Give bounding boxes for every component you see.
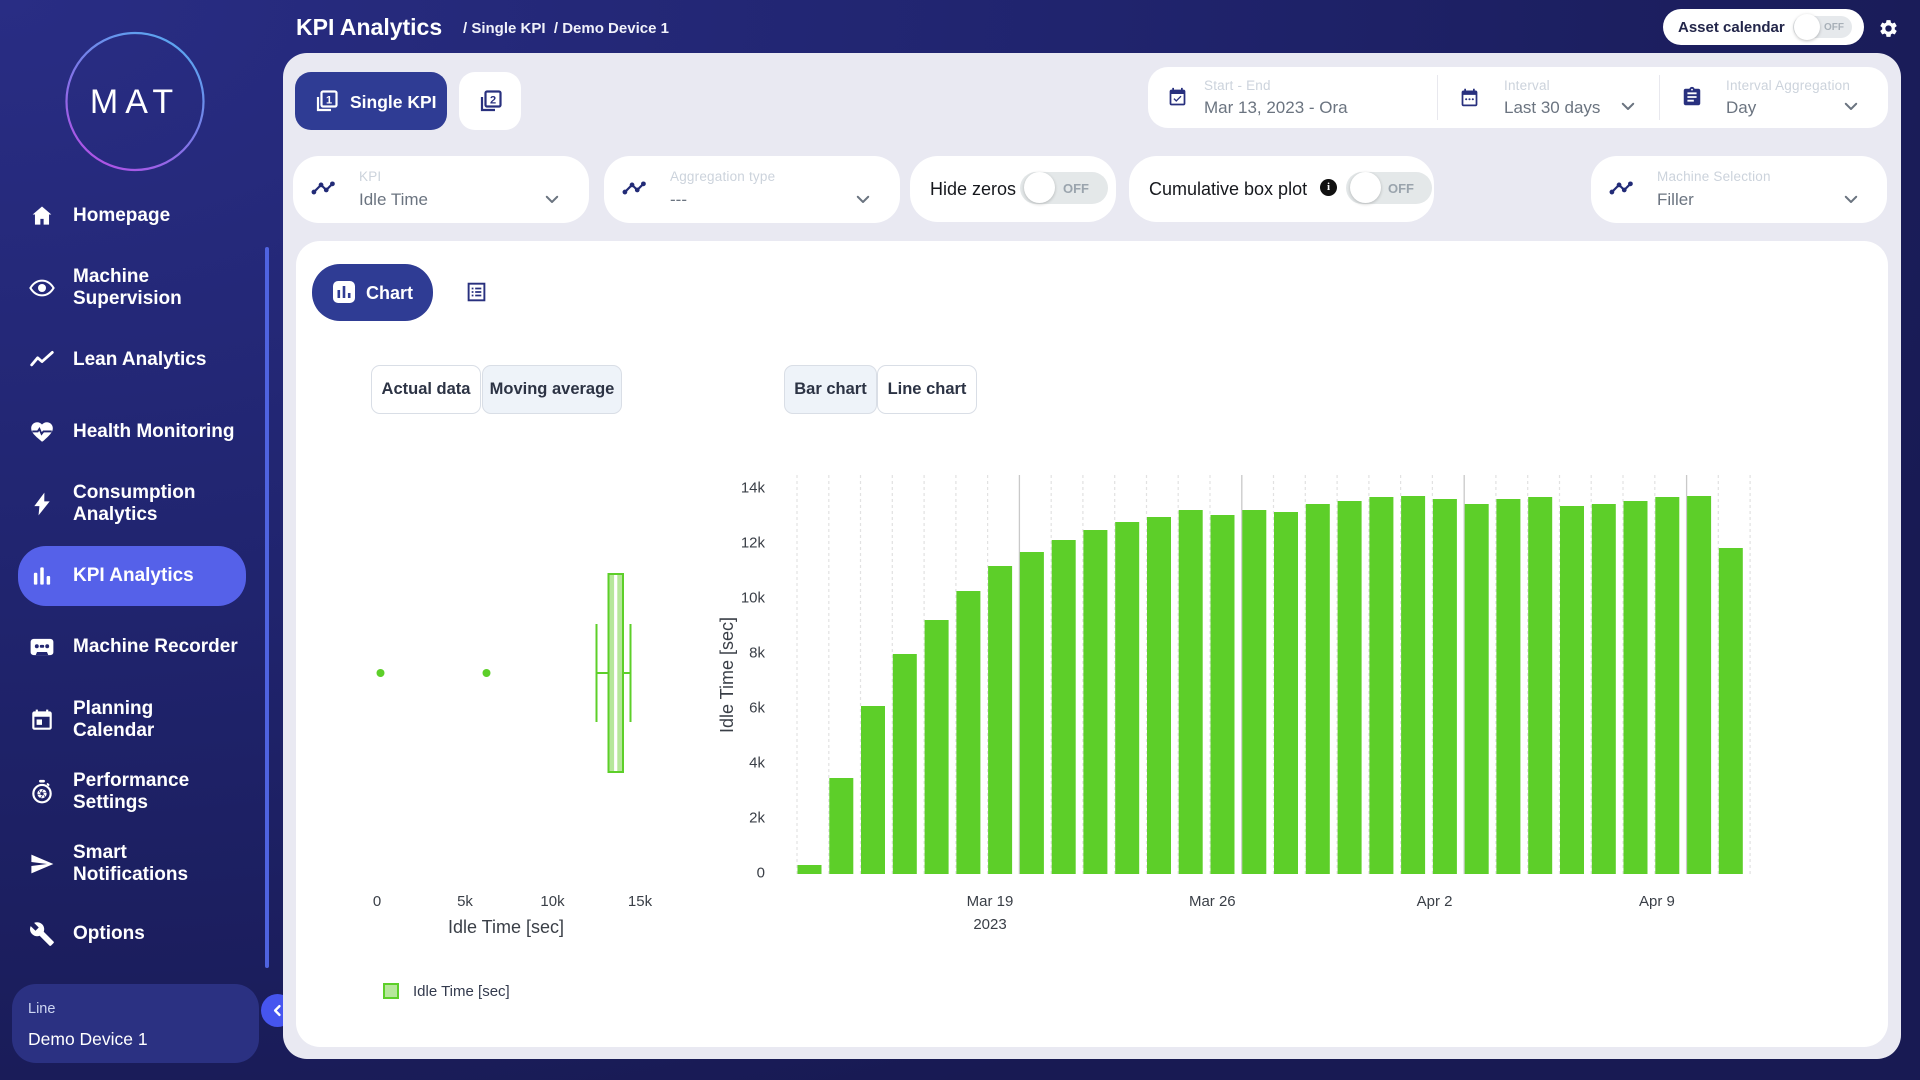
svg-text:14k: 14k	[741, 479, 766, 496]
svg-text:2: 2	[490, 95, 496, 107]
svg-text:Idle Time [sec]: Idle Time [sec]	[448, 917, 564, 937]
svg-text:2023: 2023	[973, 916, 1006, 933]
svg-text:2k: 2k	[749, 809, 765, 826]
svg-text:Mar 26: Mar 26	[1189, 893, 1236, 910]
svg-text:0: 0	[757, 864, 765, 881]
svg-text:Mar 19: Mar 19	[967, 893, 1014, 910]
svg-text:Apr 9: Apr 9	[1639, 893, 1675, 910]
svg-text:12k: 12k	[741, 534, 766, 551]
svg-text:6k: 6k	[749, 699, 765, 716]
svg-text:Idle Time [sec]: Idle Time [sec]	[413, 983, 510, 1000]
svg-text:MAT: MAT	[90, 83, 180, 121]
svg-text:10k: 10k	[540, 893, 565, 910]
svg-text:5k: 5k	[457, 893, 473, 910]
svg-text:1: 1	[326, 95, 332, 107]
svg-text:10k: 10k	[741, 589, 766, 606]
svg-text:Apr 2: Apr 2	[1417, 893, 1453, 910]
svg-text:4k: 4k	[749, 754, 765, 771]
svg-text:15k: 15k	[628, 893, 653, 910]
svg-text:8k: 8k	[749, 644, 765, 661]
svg-text:0: 0	[373, 893, 381, 910]
svg-text:Idle Time [sec]: Idle Time [sec]	[717, 617, 737, 733]
